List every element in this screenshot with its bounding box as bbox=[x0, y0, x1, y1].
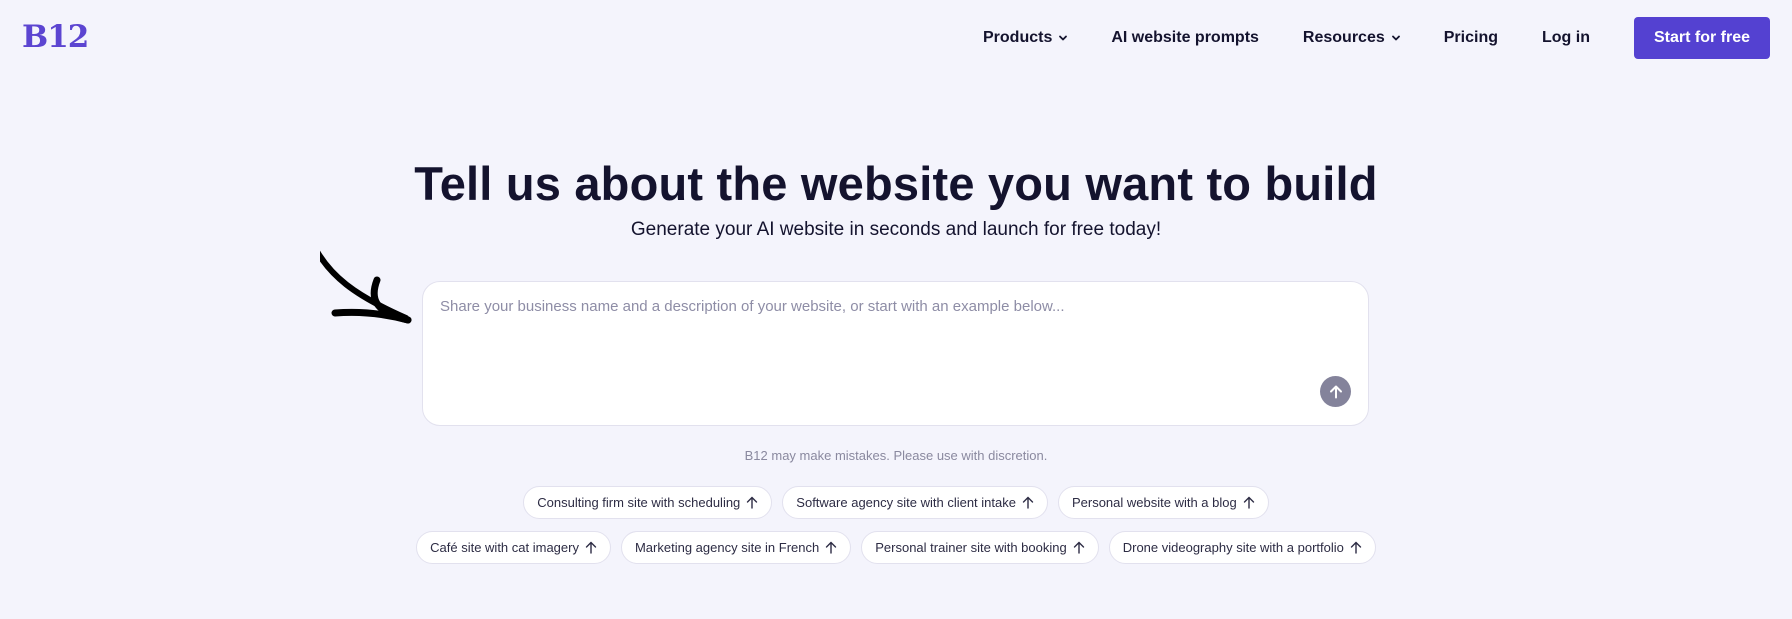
arrow-up-icon bbox=[585, 541, 597, 554]
b12-logo[interactable]: B12 bbox=[22, 18, 89, 56]
example-chip-label: Café site with cat imagery bbox=[430, 540, 579, 555]
nav-pricing[interactable]: Pricing bbox=[1444, 29, 1498, 47]
example-chip-label: Drone videography site with a portfolio bbox=[1122, 540, 1344, 555]
nav-resources[interactable]: Resources bbox=[1303, 29, 1401, 47]
start-for-free-button[interactable]: Start for free bbox=[1633, 17, 1770, 59]
example-chips-row-1: Consulting firm site with scheduling Sof… bbox=[0, 486, 1792, 519]
nav-resources-label: Resources bbox=[1302, 29, 1385, 46]
example-chip-label: Personal website with a blog bbox=[1071, 495, 1237, 510]
chevron-down-icon bbox=[1059, 35, 1068, 41]
disclaimer-text: B12 may make mistakes. Please use with d… bbox=[744, 448, 1048, 463]
main-nav: Products AI website prompts Resources Pr… bbox=[983, 17, 1770, 59]
example-chip-label: Software agency site with client intake bbox=[796, 495, 1016, 510]
example-chip[interactable]: Drone videography site with a portfolio bbox=[1108, 531, 1376, 564]
arrow-up-icon bbox=[1243, 496, 1254, 509]
arrow-up-icon bbox=[1350, 541, 1362, 554]
submit-button[interactable] bbox=[1320, 376, 1351, 407]
prompt-box bbox=[422, 281, 1369, 426]
nav-ai-website-prompts[interactable]: AI website prompts bbox=[1111, 29, 1259, 47]
example-chip[interactable]: Personal website with a blog bbox=[1057, 486, 1269, 519]
example-chip-label: Personal trainer site with booking bbox=[875, 540, 1067, 555]
arrow-up-icon bbox=[1022, 496, 1034, 509]
arrow-up-icon bbox=[1073, 541, 1084, 554]
website-description-input[interactable] bbox=[440, 298, 1320, 358]
page-title: Tell us about the website you want to bu… bbox=[414, 157, 1378, 210]
chevron-down-icon bbox=[1391, 35, 1400, 41]
example-chip-label: Marketing agency site in French bbox=[634, 540, 820, 555]
example-chip[interactable]: Consulting firm site with scheduling bbox=[523, 486, 773, 519]
example-chip-label: Consulting firm site with scheduling bbox=[537, 495, 741, 510]
arrow-up-icon bbox=[1329, 385, 1342, 398]
example-chip[interactable]: Café site with cat imagery bbox=[416, 531, 611, 564]
example-chip[interactable]: Marketing agency site in French bbox=[620, 531, 852, 564]
nav-products-label: Products bbox=[983, 29, 1053, 46]
page-subtitle: Generate your AI website in seconds and … bbox=[630, 219, 1162, 240]
nav-products[interactable]: Products bbox=[983, 29, 1068, 47]
example-chip[interactable]: Software agency site with client intake bbox=[782, 486, 1048, 519]
nav-log-in[interactable]: Log in bbox=[1542, 29, 1590, 47]
arrow-up-icon bbox=[747, 496, 758, 509]
arrow-up-icon bbox=[826, 541, 837, 554]
example-chip[interactable]: Personal trainer site with booking bbox=[861, 531, 1099, 564]
example-chips-row-2: Café site with cat imagery Marketing age… bbox=[0, 531, 1792, 564]
